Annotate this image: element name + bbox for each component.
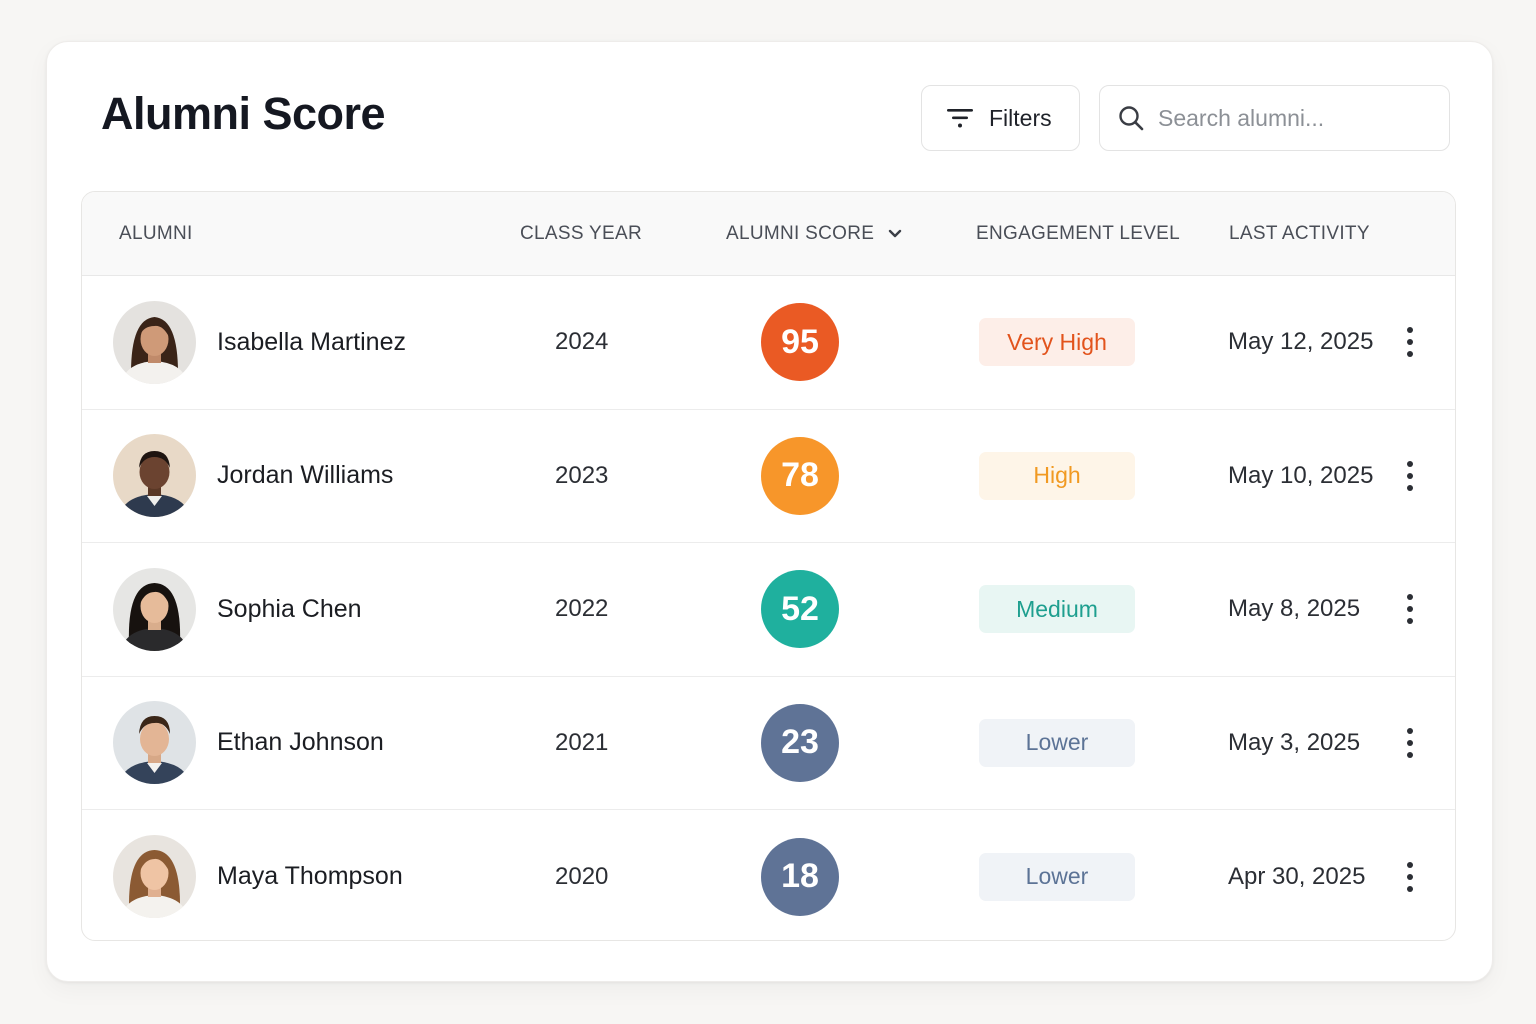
- avatar: [113, 434, 196, 518]
- avatar: [113, 835, 196, 919]
- more-vertical-icon[interactable]: [1396, 456, 1424, 496]
- class-year: 2021: [555, 728, 609, 756]
- column-header-engagement-level[interactable]: ENGAGEMENT LEVEL: [976, 192, 1180, 276]
- alumni-name[interactable]: Isabella Martinez: [217, 276, 406, 409]
- avatar: [113, 567, 196, 651]
- column-header-alumni-score[interactable]: ALUMNI SCORE: [726, 192, 902, 276]
- more-vertical-icon[interactable]: [1396, 857, 1424, 897]
- table-row[interactable]: Jordan Williams 2023 78 High May 10, 202…: [82, 410, 1455, 543]
- avatar: [113, 701, 196, 785]
- more-vertical-icon[interactable]: [1396, 723, 1424, 763]
- column-header-last-activity[interactable]: LAST ACTIVITY: [1229, 192, 1370, 276]
- class-year: 2022: [555, 595, 609, 623]
- column-header-alumni[interactable]: ALUMNI: [119, 192, 193, 276]
- search-input[interactable]: [1158, 104, 1438, 132]
- alumni-name[interactable]: Jordan Williams: [217, 410, 393, 543]
- alumni-name[interactable]: Maya Thompson: [217, 810, 403, 940]
- alumni-score-circle: 95: [761, 303, 839, 382]
- page-title: Alumni Score: [101, 88, 386, 139]
- engagement-badge: Medium: [979, 585, 1135, 634]
- table-row[interactable]: Maya Thompson 2020 18 Lower Apr 30, 2025: [82, 810, 1455, 940]
- engagement-badge: Very High: [979, 318, 1135, 367]
- alumni-score-circle: 52: [761, 570, 839, 649]
- engagement-badge: Lower: [979, 718, 1135, 767]
- table-row[interactable]: Ethan Johnson 2021 23 Lower May 3, 2025: [82, 677, 1455, 810]
- class-year: 2023: [555, 461, 609, 489]
- table-row[interactable]: Sophia Chen 2022 52 Medium May 8, 2025: [82, 543, 1455, 677]
- chevron-down-icon[interactable]: [888, 229, 902, 239]
- search-box: [1099, 85, 1450, 151]
- table-row[interactable]: Isabella Martinez 2024 95 Very High May …: [82, 276, 1455, 410]
- avatar: [113, 300, 196, 384]
- last-activity-date: May 12, 2025: [1228, 328, 1374, 356]
- filters-label: Filters: [989, 104, 1052, 131]
- alumni-score-header-label: ALUMNI SCORE: [726, 223, 875, 244]
- table-header: ALUMNI CLASS YEAR ALUMNI SCORE ENGAGEMEN…: [82, 192, 1455, 276]
- alumni-name[interactable]: Sophia Chen: [217, 543, 362, 676]
- more-vertical-icon[interactable]: [1396, 589, 1424, 629]
- class-year: 2024: [555, 328, 609, 356]
- last-activity-date: May 8, 2025: [1228, 595, 1361, 623]
- filter-lines-icon: [947, 106, 973, 130]
- column-header-class-year[interactable]: CLASS YEAR: [520, 192, 642, 276]
- alumni-score-card: Alumni Score Filters ALUMNI CLASS YEAR A…: [46, 41, 1493, 982]
- filters-button[interactable]: Filters: [921, 85, 1080, 151]
- last-activity-date: Apr 30, 2025: [1228, 862, 1366, 890]
- alumni-table: ALUMNI CLASS YEAR ALUMNI SCORE ENGAGEMEN…: [81, 191, 1456, 941]
- search-icon: [1118, 105, 1144, 131]
- engagement-badge: Lower: [979, 852, 1135, 901]
- last-activity-date: May 10, 2025: [1228, 461, 1374, 489]
- alumni-score-circle: 18: [761, 837, 839, 916]
- alumni-score-circle: 78: [761, 436, 839, 515]
- class-year: 2020: [555, 862, 609, 890]
- alumni-name[interactable]: Ethan Johnson: [217, 677, 384, 810]
- more-vertical-icon[interactable]: [1396, 322, 1424, 362]
- engagement-badge: High: [979, 451, 1135, 500]
- last-activity-date: May 3, 2025: [1228, 728, 1361, 756]
- alumni-score-circle: 23: [761, 703, 839, 782]
